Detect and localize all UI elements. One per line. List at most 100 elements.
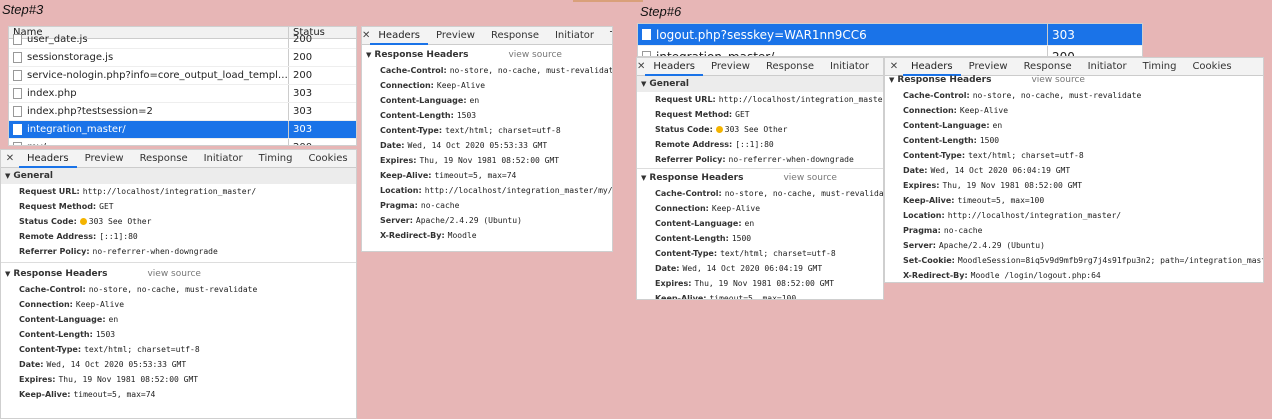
close-icon[interactable]: ✕: [637, 61, 645, 72]
network-request-row[interactable]: integration_master/303: [9, 121, 356, 139]
header-key: X-Redirect-By:: [380, 231, 445, 240]
tab-timing[interactable]: Timing: [602, 27, 612, 45]
request-name-cell: my/: [9, 139, 289, 145]
close-icon[interactable]: ✕: [885, 61, 903, 72]
request-status-cell: 303: [293, 124, 313, 135]
network-request-row[interactable]: sessionstorage.js 200: [9, 49, 356, 67]
close-icon[interactable]: ✕: [362, 30, 370, 41]
request-status-cell: 303: [1052, 28, 1075, 42]
header-row: X-Redirect-By: Moodle: [362, 228, 612, 243]
header-value: GET: [735, 110, 750, 119]
network-request-row[interactable]: index.php 303: [9, 85, 356, 103]
header-value: Thu, 19 Nov 1981 08:52:00 GMT: [419, 156, 560, 165]
header-row: Expires: Thu, 19 Nov 1981 08:52:00 GMT: [637, 276, 883, 291]
general-section-header[interactable]: ▼ General: [1, 168, 356, 184]
header-row: Date: Wed, 14 Oct 2020 06:04:19 GMT: [885, 163, 1263, 178]
header-row: Content-Language: en: [362, 93, 612, 108]
view-source-link[interactable]: view source: [1031, 75, 1084, 85]
tab-response[interactable]: Response: [758, 58, 822, 76]
status-code-text: 303 See Other: [88, 217, 152, 226]
tab-headers[interactable]: Headers: [370, 27, 429, 45]
network-request-row[interactable]: my/200: [9, 139, 356, 145]
tab-timing[interactable]: Timing: [251, 150, 301, 168]
tab-preview[interactable]: Preview: [428, 27, 483, 45]
general-section-header[interactable]: ▼ General: [637, 76, 883, 92]
response-headers-section-header[interactable]: ▼ Response Headers view source: [362, 47, 612, 63]
collapse-triangle-icon: ▼: [641, 174, 647, 182]
tab-timing[interactable]: Timing: [877, 58, 883, 76]
header-row: Date: Wed, 14 Oct 2020 06:04:19 GMT: [637, 261, 883, 276]
header-value: no-store, no-cache, must-revalidate: [88, 285, 258, 294]
network-request-row[interactable]: integration_master/200: [638, 46, 1142, 56]
header-key: X-Redirect-By:: [903, 271, 968, 280]
network-request-row[interactable]: index.php?testsession=2 303: [9, 103, 356, 121]
header-value: no-store, no-cache, must-revalidate: [972, 91, 1142, 100]
tab-initiator[interactable]: Initiator: [196, 150, 251, 168]
tab-cookies[interactable]: Cookies: [1184, 58, 1239, 76]
tab-preview[interactable]: Preview: [77, 150, 132, 168]
header-value: Thu, 19 Nov 1981 08:52:00 GMT: [942, 181, 1083, 190]
header-key: Expires:: [380, 156, 417, 165]
collapse-triangle-icon: ▼: [5, 172, 11, 180]
request-name: index.php: [27, 88, 77, 99]
request-name: sessionstorage.js: [27, 52, 114, 63]
view-source-link[interactable]: view source: [508, 50, 561, 60]
step3-label: Step#3: [2, 2, 44, 17]
tab-headers[interactable]: Headers: [645, 58, 704, 76]
header-value: 303 See Other: [79, 217, 152, 226]
header-row: Content-Length: 1503: [1, 327, 356, 342]
header-value: text/html; charset=utf-8: [968, 151, 1084, 160]
request-status-cell: 200: [289, 139, 312, 145]
header-row: Cache-Control: no-store, no-cache, must-r…: [637, 186, 883, 201]
header-value: http://localhost/integration_master/: [947, 211, 1122, 220]
header-value: Keep-Alive: [75, 300, 125, 309]
header-row: Server: Apache/2.4.29 (Ubuntu): [362, 213, 612, 228]
header-row: Connection: Keep-Alive: [1, 297, 356, 312]
header-key: Location:: [903, 211, 945, 220]
request-name-cell: index.php?testsession=2: [9, 103, 289, 120]
file-icon: [642, 29, 651, 40]
header-key: Date:: [655, 264, 680, 273]
view-source-link[interactable]: view source: [783, 173, 836, 183]
tab-cookies[interactable]: Cookies: [300, 150, 355, 168]
tab-initiator[interactable]: Initiator: [1080, 58, 1135, 76]
tab-response[interactable]: Response: [132, 150, 196, 168]
tab-timing[interactable]: Timing: [1135, 58, 1185, 76]
header-key: Request URL:: [19, 187, 80, 196]
header-row: Keep-Alive: timeout=5, max=100: [637, 291, 883, 299]
tab-initiator[interactable]: Initiator: [547, 27, 602, 45]
request-name-cell: integration_master/: [9, 121, 289, 138]
network-request-row[interactable]: user_date.js 200: [9, 31, 356, 49]
file-icon: [13, 106, 22, 117]
header-key: Date:: [19, 360, 44, 369]
header-row: Content-Language: en: [885, 118, 1263, 133]
header-value: GET: [99, 202, 114, 211]
header-key: Date:: [380, 141, 405, 150]
header-row: Request Method: GET: [637, 107, 883, 122]
header-key: Content-Language:: [903, 121, 990, 130]
header-key: Request Method:: [19, 202, 97, 211]
tab-headers[interactable]: Headers: [19, 150, 77, 168]
response-headers-section-header[interactable]: ▼ Response Headers view source: [1, 266, 356, 282]
header-row: Content-Type: text/html; charset=utf-8: [885, 148, 1263, 163]
request-name-cell: index.php: [9, 85, 289, 102]
header-key: Content-Type:: [903, 151, 966, 160]
header-row: Request URL: http://localhost/integration…: [637, 92, 883, 107]
tab-initiator[interactable]: Initiator: [822, 58, 877, 76]
view-source-link[interactable]: view source: [147, 269, 200, 279]
tab-preview[interactable]: Preview: [703, 58, 758, 76]
header-row: Content-Language: en: [1, 312, 356, 327]
request-status-cell: 303: [293, 106, 313, 117]
header-value: timeout=5, max=74: [434, 171, 517, 180]
file-icon: [13, 34, 22, 45]
network-request-row[interactable]: service-nologin.php?info=core_output_loa…: [9, 67, 356, 85]
network-request-row[interactable]: logout.php?sesskey=WAR1nn9CC6 303: [638, 24, 1142, 46]
header-key: Content-Length:: [380, 111, 454, 120]
close-icon[interactable]: ✕: [1, 153, 19, 164]
response-headers-section-header[interactable]: ▼ Response Headers view source: [637, 170, 883, 186]
file-icon: [13, 52, 22, 63]
header-value: no-cache: [943, 226, 983, 235]
header-key: Referrer Policy:: [655, 155, 726, 164]
tab-response[interactable]: Response: [483, 27, 547, 45]
header-row: Content-Type: text/html; charset=utf-8: [637, 246, 883, 261]
